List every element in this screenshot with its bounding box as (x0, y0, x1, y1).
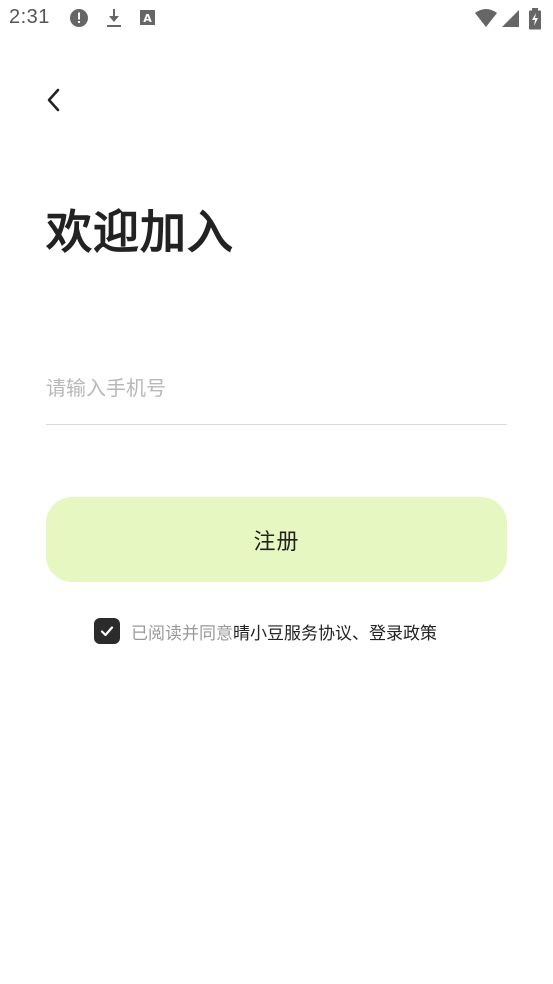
chevron-left-icon (44, 87, 64, 113)
svg-text:A: A (143, 12, 152, 25)
font-icon: A (138, 8, 158, 28)
checkmark-icon (99, 623, 115, 639)
alert-icon (69, 8, 89, 28)
login-policy-link[interactable]: 登录政策 (369, 619, 437, 644)
status-time: 2:31 (9, 6, 50, 28)
page-title: 欢迎加入 (46, 205, 234, 259)
phone-input[interactable] (46, 360, 507, 416)
phone-field (46, 360, 507, 425)
battery-charging-icon (528, 8, 542, 30)
status-bar: 2:31 A (0, 0, 553, 38)
agreement-separator: 、 (352, 623, 369, 644)
signal-icon (501, 8, 521, 28)
service-agreement-link[interactable]: 晴小豆服务协议 (233, 619, 352, 644)
download-icon (104, 8, 124, 28)
agreement-row: 已阅读并同意 晴小豆服务协议 、 登录政策 (94, 618, 437, 644)
agree-checkbox[interactable] (94, 618, 120, 644)
register-button[interactable]: 注册 (46, 497, 507, 582)
wifi-icon (474, 8, 498, 28)
register-label: 注册 (253, 529, 300, 555)
agreement-prefix: 已阅读并同意 (131, 623, 233, 644)
back-button[interactable] (36, 82, 72, 118)
